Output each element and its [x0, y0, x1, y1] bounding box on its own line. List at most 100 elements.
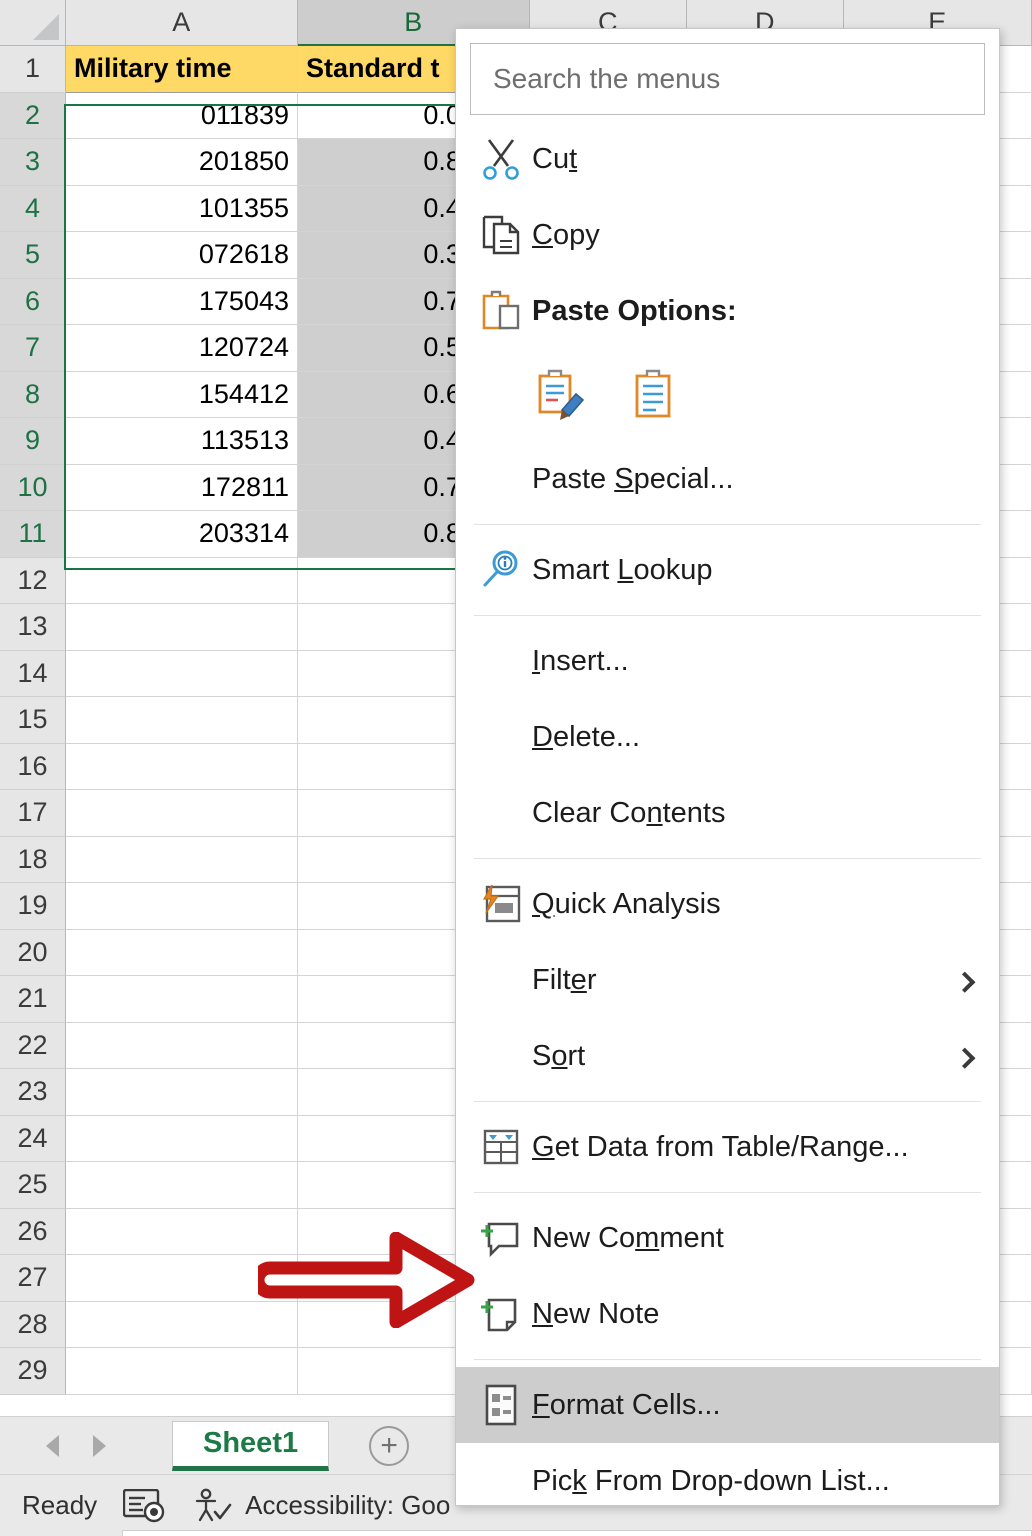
menu-item-get-data-label: Get Data from Table/Range...: [532, 1130, 909, 1163]
row-header-10[interactable]: 10: [0, 464, 66, 511]
row-header-4[interactable]: 4: [0, 185, 66, 232]
cell-a13[interactable]: [66, 604, 298, 651]
menu-item-filter[interactable]: Filter: [456, 942, 999, 1018]
menu-item-delete[interactable]: Delete...: [456, 699, 999, 775]
menu-item-copy[interactable]: Copy: [456, 197, 999, 273]
menu-separator: [474, 1101, 981, 1102]
paste-keep-formatting-icon[interactable]: [532, 363, 592, 427]
cell-a3[interactable]: 201850: [66, 139, 298, 186]
cell-a21[interactable]: [66, 976, 298, 1023]
menu-item-paste-special[interactable]: Paste Special...: [456, 441, 999, 517]
cell-a25[interactable]: [66, 1162, 298, 1209]
cell-a1[interactable]: Military time: [66, 46, 298, 93]
menu-item-filter-label: Filter: [532, 963, 597, 996]
menu-item-format-cells-label: Format Cells...: [532, 1388, 721, 1421]
row-header-5[interactable]: 5: [0, 232, 66, 279]
cell-a9[interactable]: 113513: [66, 418, 298, 465]
cell-a8[interactable]: 154412: [66, 371, 298, 418]
paste-options-buttons: [456, 349, 999, 441]
cell-a4[interactable]: 101355: [66, 185, 298, 232]
search-menus-input[interactable]: Search the menus: [470, 43, 985, 115]
row-header-27[interactable]: 27: [0, 1255, 66, 1302]
row-header-25[interactable]: 25: [0, 1162, 66, 1209]
cell-a5[interactable]: 072618: [66, 232, 298, 279]
menu-item-copy-label: Copy: [532, 218, 600, 251]
row-header-6[interactable]: 6: [0, 278, 66, 325]
menu-item-cut-label: Cut: [532, 142, 578, 175]
cell-a17[interactable]: [66, 790, 298, 837]
row-header-7[interactable]: 7: [0, 325, 66, 372]
annotation-arrow-icon: [251, 1231, 476, 1329]
menu-item-format-cells[interactable]: Format Cells...: [456, 1367, 999, 1443]
row-header-15[interactable]: 15: [0, 697, 66, 744]
cell-a22[interactable]: [66, 1022, 298, 1069]
sheet-tab-sheet1[interactable]: Sheet1: [172, 1420, 330, 1471]
cell-a2[interactable]: 011839: [66, 92, 298, 139]
cell-a19[interactable]: [66, 883, 298, 930]
cell-a24[interactable]: [66, 1115, 298, 1162]
row-header-2[interactable]: 2: [0, 92, 66, 139]
row-header-19[interactable]: 19: [0, 883, 66, 930]
row-header-1[interactable]: 1: [0, 46, 66, 93]
row-header-23[interactable]: 23: [0, 1069, 66, 1116]
status-bar-bottom-strip: [122, 1530, 1032, 1536]
cell-a6[interactable]: 175043: [66, 278, 298, 325]
menu-item-insert-label: Insert...: [532, 644, 629, 677]
cell-a20[interactable]: [66, 929, 298, 976]
menu-item-sort[interactable]: Sort: [456, 1018, 999, 1094]
menu-item-smart-lookup[interactable]: Smart Lookup: [456, 532, 999, 608]
row-header-20[interactable]: 20: [0, 929, 66, 976]
row-header-14[interactable]: 14: [0, 650, 66, 697]
row-header-9[interactable]: 9: [0, 418, 66, 465]
row-header-28[interactable]: 28: [0, 1301, 66, 1348]
cell-a12[interactable]: [66, 557, 298, 604]
next-sheet-icon[interactable]: [93, 1434, 106, 1457]
menu-item-new-note[interactable]: New Note: [456, 1276, 999, 1352]
menu-item-clear-contents[interactable]: Clear Contents: [456, 775, 999, 851]
row-header-29[interactable]: 29: [0, 1348, 66, 1395]
cell-a14[interactable]: [66, 650, 298, 697]
cell-a11[interactable]: 203314: [66, 511, 298, 558]
menu-item-get-data[interactable]: Get Data from Table/Range...: [456, 1109, 999, 1185]
cell-a10[interactable]: 172811: [66, 464, 298, 511]
row-header-22[interactable]: 22: [0, 1022, 66, 1069]
menu-item-cut[interactable]: Cut: [456, 121, 999, 197]
macro-record-icon[interactable]: [122, 1488, 167, 1523]
row-header-26[interactable]: 26: [0, 1208, 66, 1255]
accessibility-icon: [196, 1488, 232, 1521]
row-header-3[interactable]: 3: [0, 139, 66, 186]
cell-a16[interactable]: [66, 743, 298, 790]
paste-options-header: Paste Options:: [456, 273, 999, 349]
table-range-icon: [470, 1125, 532, 1169]
menu-item-quick-analysis[interactable]: Quick Analysis: [456, 866, 999, 942]
add-sheet-icon[interactable]: +: [369, 1425, 410, 1466]
menu-item-sort-label: Sort: [532, 1039, 586, 1072]
cell-a29[interactable]: [66, 1348, 298, 1395]
menu-item-pick-from-dropdown-list[interactable]: Pick From Drop-down List...: [456, 1443, 999, 1505]
row-header-18[interactable]: 18: [0, 836, 66, 883]
cell-a23[interactable]: [66, 1069, 298, 1116]
row-header-24[interactable]: 24: [0, 1115, 66, 1162]
column-header-a[interactable]: A: [66, 0, 298, 46]
row-header-8[interactable]: 8: [0, 371, 66, 418]
cell-a15[interactable]: [66, 697, 298, 744]
cell-a18[interactable]: [66, 836, 298, 883]
row-header-12[interactable]: 12: [0, 557, 66, 604]
accessibility-label: Accessibility: Goo: [245, 1490, 451, 1520]
row-header-21[interactable]: 21: [0, 976, 66, 1023]
cell-a7[interactable]: 120724: [66, 325, 298, 372]
menu-item-new-comment[interactable]: New Comment: [456, 1200, 999, 1276]
accessibility-status[interactable]: Accessibility: Goo: [193, 1488, 450, 1524]
row-header-13[interactable]: 13: [0, 604, 66, 651]
copy-icon: [470, 213, 532, 257]
row-header-11[interactable]: 11: [0, 511, 66, 558]
select-all-corner[interactable]: [0, 0, 66, 46]
paste-values-icon[interactable]: [624, 363, 684, 427]
previous-sheet-icon[interactable]: [46, 1434, 59, 1457]
format-cells-icon: [470, 1382, 532, 1428]
row-header-16[interactable]: 16: [0, 743, 66, 790]
row-header-17[interactable]: 17: [0, 790, 66, 837]
menu-item-delete-label: Delete...: [532, 720, 641, 753]
menu-item-insert[interactable]: Insert...: [456, 623, 999, 699]
menu-item-new-comment-label: New Comment: [532, 1221, 724, 1254]
